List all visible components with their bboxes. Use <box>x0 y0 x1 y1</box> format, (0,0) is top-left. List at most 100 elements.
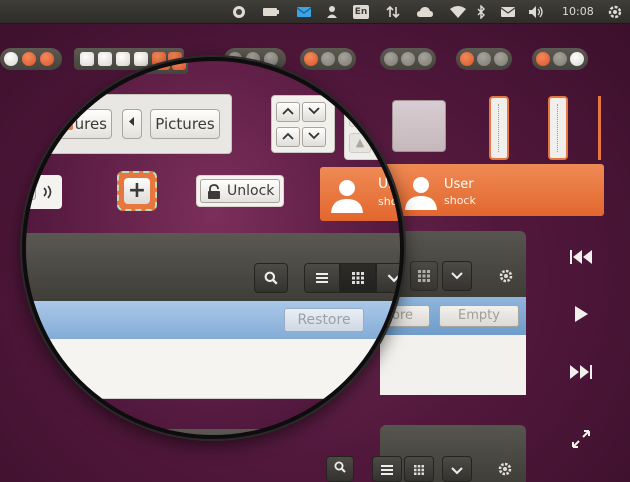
chevron-down-icon <box>308 107 320 115</box>
spin-group-bg <box>392 100 446 152</box>
close-icon[interactable] <box>460 52 474 66</box>
spin-down-button[interactable] <box>302 102 326 122</box>
sound-slider[interactable] <box>26 184 36 200</box>
minimize-icon[interactable] <box>401 52 415 66</box>
grid-icon <box>414 465 424 475</box>
maximize-icon[interactable] <box>418 52 432 66</box>
breadcrumb-back-button[interactable] <box>122 109 142 139</box>
user-name: User <box>444 177 474 192</box>
list-icon <box>316 273 328 283</box>
previous-track-icon[interactable] <box>566 246 596 268</box>
maximize-icon[interactable] <box>570 52 584 66</box>
grid-view-button-active[interactable] <box>340 263 376 293</box>
empty-button[interactable]: Empty <box>439 305 519 327</box>
selected-row-magnified[interactable]: Restore <box>26 301 400 339</box>
wifi-icon[interactable] <box>449 5 467 19</box>
user-avatar-icon <box>331 180 363 213</box>
transfer-icon[interactable] <box>386 5 400 19</box>
lock-icon <box>208 184 220 199</box>
close-icon[interactable] <box>536 52 550 66</box>
user-name-partial: Us <box>378 176 396 192</box>
clock[interactable]: 10:08 <box>562 5 602 19</box>
vertical-slider[interactable] <box>548 96 568 160</box>
keyboard-icon[interactable]: En <box>353 5 369 19</box>
cloud-icon[interactable] <box>416 5 434 19</box>
chevron-left-icon <box>129 117 134 126</box>
spin-button-group <box>271 95 335 153</box>
unlock-container: Unlock <box>196 175 284 207</box>
envelope-icon[interactable] <box>500 5 516 19</box>
user-status-partial: shoc <box>378 195 404 208</box>
magnifier-lens: home ures Pictures ▲ ▼ ▲ ▼ ▲ ▼ ▲ ▼ <box>22 57 404 439</box>
view-dropdown-button[interactable] <box>376 263 400 293</box>
chevron-down-icon <box>451 272 463 280</box>
speaker-wave-icon <box>43 185 52 199</box>
restore-button[interactable]: Restore <box>284 308 364 332</box>
sound-widget <box>26 175 62 209</box>
chevron-up-icon <box>282 107 294 115</box>
content-row <box>380 335 526 395</box>
window-controls-6 <box>456 48 512 70</box>
settings-button-2[interactable] <box>494 458 516 480</box>
minimize-icon[interactable] <box>477 52 491 66</box>
list-view-button-2[interactable] <box>372 456 402 482</box>
folder-icon <box>59 119 73 130</box>
grid-view-button-2[interactable] <box>404 456 434 482</box>
play-icon[interactable] <box>566 303 596 325</box>
minimize-icon[interactable] <box>553 52 567 66</box>
spin-up-button[interactable]: ▲ <box>349 107 371 127</box>
dropdown-button[interactable] <box>442 261 472 291</box>
dropdown-button-2[interactable] <box>442 456 472 482</box>
settings-button[interactable] <box>494 263 518 289</box>
bluetooth-icon[interactable] <box>476 5 486 19</box>
add-button-focused[interactable]: + <box>117 171 157 211</box>
user-status: shock <box>444 194 476 207</box>
spin-up-button[interactable] <box>276 102 300 122</box>
chevron-up-icon <box>282 132 294 140</box>
breadcrumb-pictures-2[interactable]: Pictures <box>150 109 220 139</box>
chevron-down-icon <box>387 274 400 283</box>
unlock-label: Unlock <box>227 183 275 199</box>
fullscreen-icon[interactable] <box>566 428 596 450</box>
battery-icon[interactable] <box>262 5 280 19</box>
spin-up-button[interactable]: ▲ <box>349 133 371 153</box>
spin-down-button[interactable] <box>302 127 326 147</box>
window-controls-7 <box>532 48 588 70</box>
grid-icon <box>352 272 364 284</box>
search-icon <box>264 271 278 285</box>
power-icon[interactable] <box>608 5 622 19</box>
volume-icon[interactable] <box>528 5 546 19</box>
vertical-slider[interactable] <box>489 96 509 160</box>
search-button-2[interactable] <box>326 456 354 482</box>
top-panel: En 10:08 <box>0 0 630 24</box>
mail-icon[interactable] <box>296 5 312 19</box>
slider-track <box>598 96 601 160</box>
spin-up-button[interactable] <box>276 127 300 147</box>
maximize-icon[interactable] <box>494 52 508 66</box>
grid-view-button[interactable] <box>410 261 438 291</box>
list-view-button[interactable] <box>304 263 340 293</box>
user-avatar-icon <box>405 177 437 210</box>
gear-icon <box>499 269 513 283</box>
plus-icon: + <box>124 178 150 204</box>
chevron-down-icon <box>308 132 320 140</box>
chevron-down-icon <box>451 467 463 475</box>
grid-icon <box>418 270 430 282</box>
breadcrumb-home[interactable]: home <box>26 109 54 139</box>
search-icon <box>334 461 346 473</box>
chat-icon[interactable] <box>232 5 246 19</box>
gear-icon <box>498 462 512 476</box>
search-button[interactable] <box>254 263 288 293</box>
breadcrumb-pictures-label: ures <box>74 115 107 133</box>
content-row-magnified <box>26 339 400 399</box>
next-track-icon[interactable] <box>566 361 596 383</box>
user-icon[interactable] <box>326 5 338 19</box>
spin-down-button[interactable]: ▼ <box>373 107 395 127</box>
user-switcher-item-magnified[interactable]: Us shoc <box>320 167 404 221</box>
list-icon <box>381 465 393 475</box>
window-2-toolbar-magnified <box>26 429 400 435</box>
maximize-icon[interactable] <box>4 52 18 66</box>
unlock-button[interactable]: Unlock <box>200 179 280 203</box>
breadcrumb-pictures[interactable]: ures <box>54 109 112 139</box>
magnified-content: home ures Pictures ▲ ▼ ▲ ▼ ▲ ▼ ▲ ▼ <box>26 61 404 435</box>
